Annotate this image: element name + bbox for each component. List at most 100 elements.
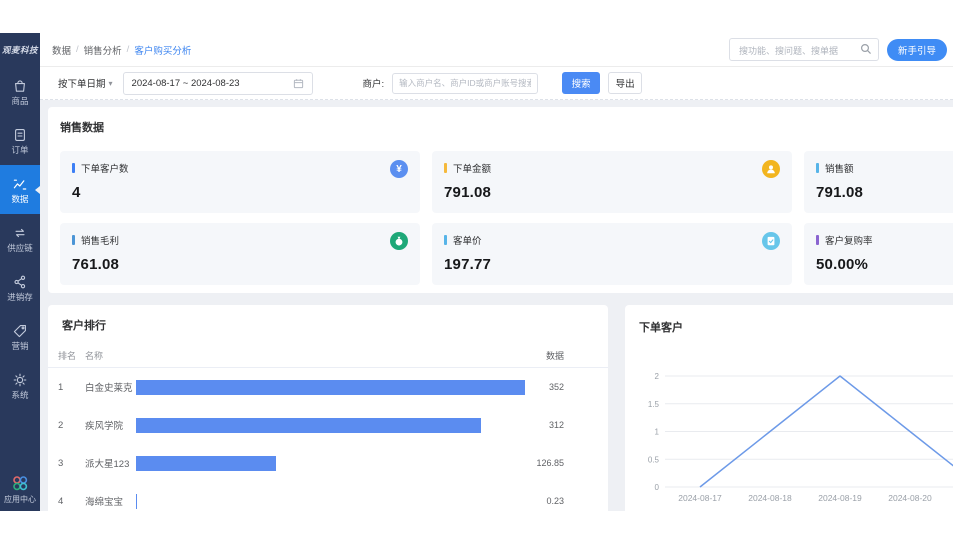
search-button[interactable]: 搜索 (562, 72, 600, 94)
table-row: 3 派大星123 126.85 (48, 444, 608, 482)
stat-card-order-amount: 下单金额 791.08 (432, 151, 792, 213)
stat-card-sales-amount: 销售额 791.08 (804, 151, 953, 213)
customer-name: 海绵宝宝 (85, 494, 136, 508)
user-circle-icon (762, 160, 780, 178)
sidebar-item-inventory[interactable]: 进销存 (0, 263, 40, 312)
sidebar-item-label: 供应链 (7, 244, 33, 253)
breadcrumb-current: 客户购买分析 (134, 43, 191, 57)
inventory-icon (12, 274, 28, 290)
svg-text:2024-08-19: 2024-08-19 (818, 493, 862, 503)
order-doc-icon (12, 127, 28, 143)
sidebar-item-data[interactable]: 数据 (0, 165, 40, 214)
date-type-selector[interactable]: 按下单日期 (58, 76, 106, 90)
svg-text:2024-08-18: 2024-08-18 (748, 493, 792, 503)
rank-number: 3 (48, 458, 85, 469)
customer-name: 派大星123 (85, 456, 136, 470)
card-label: 客单价 (453, 233, 482, 247)
ranking-table-header: 排名 名称 数据 (48, 343, 608, 368)
customer-name: 疾风学院 (85, 418, 136, 432)
table-row: 2 疾风学院 312 (48, 406, 608, 444)
rank-value: 0.23 (525, 496, 608, 506)
customer-name: 白金史莱克 (85, 380, 136, 394)
card-value: 791.08 (444, 184, 780, 201)
moneybag-circle-icon (390, 232, 408, 250)
panel-title: 销售数据 (60, 119, 953, 135)
sales-data-panel: 销售数据 下单客户数 ¥ 4 下单金额 791.08 (48, 107, 953, 293)
gear-icon (12, 372, 28, 388)
sidebar-item-label: 商品 (11, 97, 28, 106)
sidebar-item-orders[interactable]: 订单 (0, 116, 40, 165)
brand-name: 观麦科技 (2, 44, 38, 56)
card-value: 4 (72, 184, 408, 201)
chevron-down-icon[interactable]: ▾ (109, 79, 113, 88)
rank-number: 2 (48, 420, 85, 431)
card-value: 50.00% (816, 256, 953, 273)
rank-number: 1 (48, 382, 85, 393)
date-range-picker[interactable]: 2024-08-17 ~ 2024-08-23 (123, 72, 313, 95)
rank-bar (136, 494, 137, 509)
export-button[interactable]: 导出 (608, 72, 642, 94)
card-value: 197.77 (444, 256, 780, 273)
sidebar-item-marketing[interactable]: 营销 (0, 312, 40, 361)
card-accent (72, 163, 75, 173)
order-customers-line-chart: 00.511.522024-08-172024-08-182024-08-192… (625, 331, 953, 511)
svg-text:2024-08-17: 2024-08-17 (678, 493, 722, 503)
beginner-guide-button[interactable]: 新手引导 (887, 39, 947, 61)
sidebar: 观麦科技 商品 订单 数据 (0, 33, 40, 511)
breadcrumb-separator: / (127, 44, 130, 55)
card-accent (444, 163, 447, 173)
sidebar-item-label: 订单 (11, 146, 28, 155)
stat-card-gross-profit: 销售毛利 761.08 (60, 223, 420, 285)
card-label: 客户复购率 (825, 233, 873, 247)
breadcrumb-separator: / (76, 44, 79, 55)
breadcrumb: 数据 / 销售分析 / 客户购买分析 (40, 43, 191, 57)
sidebar-item-app-center[interactable]: 应用中心 (0, 474, 40, 505)
tag-icon (12, 323, 28, 339)
card-label: 销售毛利 (81, 233, 119, 247)
global-search-input[interactable] (737, 39, 859, 62)
bag-icon (12, 78, 28, 94)
yen-circle-icon: ¥ (390, 160, 408, 178)
rank-bar (136, 380, 525, 395)
sidebar-item-goods[interactable]: 商品 (0, 67, 40, 116)
rank-value: 352 (525, 382, 608, 392)
rank-bar (136, 418, 481, 433)
stat-card-avg-order-value: 客单价 197.77 (432, 223, 792, 285)
app-center-label: 应用中心 (4, 494, 36, 505)
clipboard-circle-icon (762, 232, 780, 250)
rank-value: 126.85 (525, 458, 608, 468)
breadcrumb-item[interactable]: 数据 (52, 43, 71, 57)
global-search-box (729, 38, 879, 61)
card-value: 761.08 (72, 256, 408, 273)
card-value: 791.08 (816, 184, 953, 201)
card-accent (816, 163, 819, 173)
filter-bar: 按下单日期 ▾ 2024-08-17 ~ 2024-08-23 商户: 搜索 导… (40, 67, 953, 100)
rank-bar (136, 456, 276, 471)
merchant-label: 商户: (363, 76, 385, 90)
card-label: 下单金额 (453, 161, 491, 175)
brand-logo: 观麦科技 (0, 33, 40, 67)
order-customers-panel: 下单客户 00.511.522024-08-172024-08-182024-0… (625, 305, 953, 511)
search-icon[interactable] (860, 43, 872, 55)
date-range-value: 2024-08-17 ~ 2024-08-23 (132, 78, 240, 89)
table-row: 4 海绵宝宝 0.23 (48, 482, 608, 511)
merchant-search-input[interactable] (392, 73, 538, 94)
card-accent (816, 235, 819, 245)
card-label: 销售额 (825, 161, 854, 175)
app-center-icon (11, 474, 29, 492)
sidebar-item-supply-chain[interactable]: 供应链 (0, 214, 40, 263)
card-accent (72, 235, 75, 245)
rank-number: 4 (48, 496, 85, 507)
panel-title: 客户排行 (48, 317, 608, 333)
svg-text:2: 2 (655, 372, 660, 381)
customer-ranking-panel: 客户排行 排名 名称 数据 1 白金史莱克 352 2 疾风学院 312 3 (48, 305, 608, 511)
chart-icon (12, 176, 28, 192)
card-label: 下单客户数 (81, 161, 129, 175)
svg-text:2024-08-20: 2024-08-20 (888, 493, 932, 503)
calendar-icon (293, 78, 304, 89)
card-accent (444, 235, 447, 245)
sidebar-item-label: 数据 (11, 195, 28, 204)
breadcrumb-item[interactable]: 销售分析 (84, 43, 122, 57)
svg-text:1.5: 1.5 (648, 400, 660, 409)
sidebar-item-system[interactable]: 系统 (0, 361, 40, 410)
